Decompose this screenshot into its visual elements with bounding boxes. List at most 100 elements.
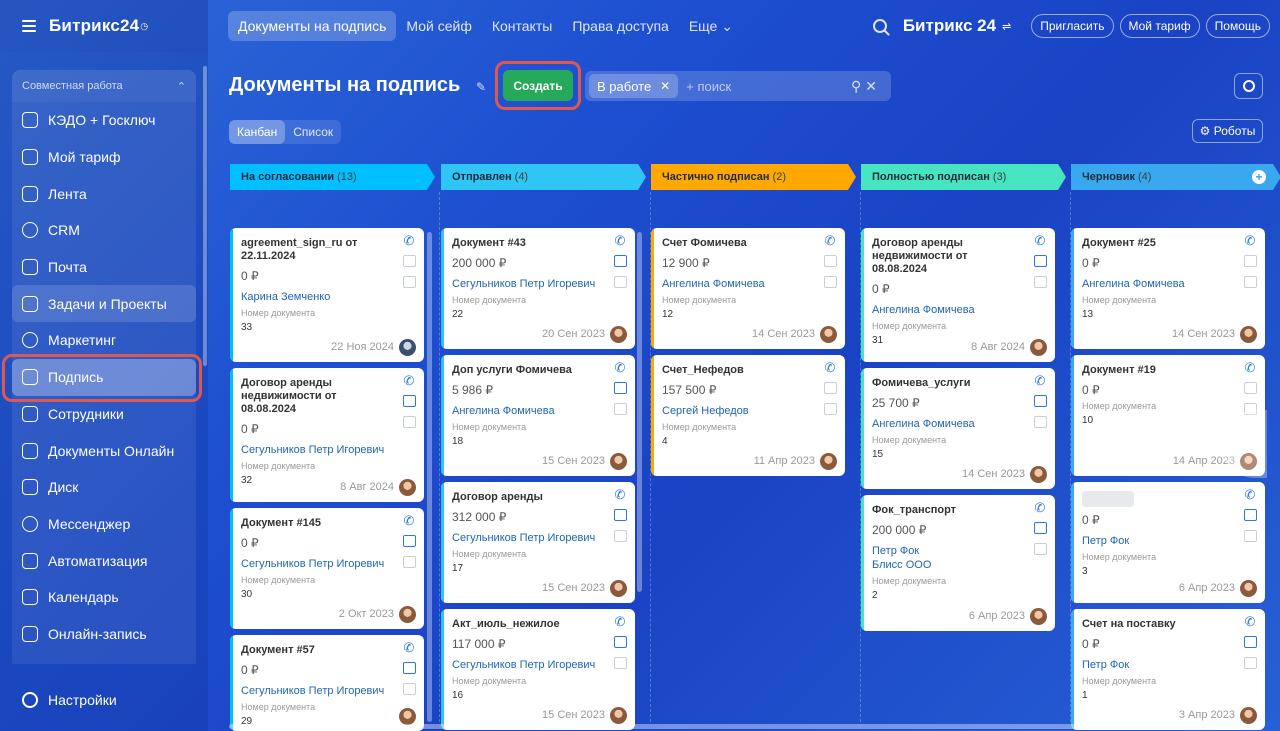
card-title[interactable]: Договор аренды: [452, 491, 625, 504]
chat-icon[interactable]: [1243, 530, 1257, 542]
avatar[interactable]: [1030, 339, 1047, 356]
column-header[interactable]: Отправлен (4): [441, 164, 646, 190]
mail-icon[interactable]: [1243, 255, 1257, 267]
phone-icon[interactable]: ✆: [615, 361, 626, 374]
sidebar-scrollbar[interactable]: [203, 66, 207, 366]
remove-filter-icon[interactable]: ✕: [660, 79, 670, 93]
card-responsible[interactable]: Сегульников Петр Игоревич: [241, 684, 414, 698]
card-responsible[interactable]: Ангелина Фомичева: [872, 303, 1045, 317]
card-responsible[interactable]: Петр Фок: [872, 544, 1045, 558]
mail-icon[interactable]: [402, 395, 416, 407]
chevron-up-icon[interactable]: ⌃: [177, 80, 186, 93]
mail-icon[interactable]: [1033, 395, 1047, 407]
chat-icon[interactable]: [1243, 276, 1257, 288]
avatar[interactable]: [1030, 608, 1047, 625]
kanban-card[interactable]: Счет Фомичева 12 900 ₽ Ангелина Фомичева Но…: [651, 228, 845, 349]
phone-icon[interactable]: ✆: [404, 641, 415, 654]
card-responsible[interactable]: Сегульников Петр Игоревич: [452, 531, 625, 545]
phone-icon[interactable]: ✆: [1035, 374, 1046, 387]
avatar[interactable]: [399, 606, 416, 623]
card-title[interactable]: Счет на поставку: [1082, 618, 1255, 631]
card-responsible[interactable]: Ангелина Фомичева: [452, 404, 625, 418]
mail-icon[interactable]: [823, 255, 837, 267]
card-title[interactable]: agreement_sign_ru от 22.11.2024: [241, 237, 414, 263]
kanban-card[interactable]: Документ #57 0 ₽ Сегульников Петр Игоревич…: [230, 635, 424, 731]
nav-access[interactable]: Права доступа: [562, 11, 678, 41]
avatar[interactable]: [1240, 707, 1257, 724]
search-filter[interactable]: В работе ✕ + поиск ⚲✕: [585, 71, 891, 101]
card-responsible[interactable]: Петр Фок: [1082, 658, 1255, 672]
chat-icon[interactable]: [1243, 657, 1257, 669]
settings-sliders-icon[interactable]: ⇌: [1002, 20, 1011, 33]
avatar[interactable]: [610, 707, 627, 724]
page-settings-button[interactable]: [1234, 73, 1263, 99]
search-input[interactable]: + поиск: [686, 79, 731, 94]
chat-icon[interactable]: [402, 416, 416, 428]
pin-icon[interactable]: ✎: [476, 80, 486, 94]
card-responsible[interactable]: Сегульников Петр Игоревич: [452, 277, 625, 291]
mail-icon[interactable]: [613, 509, 627, 521]
card-title[interactable]: Фок_транспорт: [872, 504, 1045, 517]
kanban-card[interactable]: Счет на поставку 0 ₽ Петр Фок Номер докумен…: [1071, 609, 1265, 730]
kanban-card[interactable]: agreement_sign_ru от 22.11.2024 0 ₽ Карина…: [230, 228, 424, 362]
phone-icon[interactable]: ✆: [615, 234, 626, 247]
card-responsible[interactable]: Ангелина Фомичева: [662, 277, 835, 291]
avatar[interactable]: [1030, 466, 1047, 483]
card-responsible[interactable]: Сергей Нефедов: [662, 404, 835, 418]
mail-icon[interactable]: [402, 662, 416, 674]
chat-icon[interactable]: [402, 683, 416, 695]
mail-icon[interactable]: [402, 255, 416, 267]
phone-icon[interactable]: ✆: [404, 234, 415, 247]
phone-icon[interactable]: ✆: [1035, 234, 1046, 247]
filter-tag[interactable]: В работе ✕: [589, 74, 679, 98]
phone-icon[interactable]: ✆: [825, 234, 836, 247]
card-title[interactable]: Акт_июль_нежилое: [452, 618, 625, 631]
robots-button[interactable]: ⚙ Роботы: [1192, 119, 1263, 143]
kanban-card[interactable]: Фомичева_услуги 25 700 ₽ Ангелина Фомичева…: [861, 368, 1055, 489]
column-scrollbar[interactable]: [427, 232, 432, 722]
card-title[interactable]: Документ #57: [241, 644, 414, 657]
avatar[interactable]: [1240, 326, 1257, 343]
kanban-card[interactable]: Договор аренды недвижимости от 08.08.202…: [230, 368, 424, 502]
phone-icon[interactable]: ✆: [825, 361, 836, 374]
sidebar-item-feed[interactable]: Лента: [12, 175, 196, 212]
chat-icon[interactable]: [823, 276, 837, 288]
card-company[interactable]: Блисс ООО: [872, 558, 1045, 572]
card-responsible[interactable]: Сегульников Петр Игоревич: [241, 557, 414, 571]
menu-icon[interactable]: [22, 20, 36, 32]
column-header[interactable]: Черновик (4): [1071, 164, 1280, 190]
kanban-card[interactable]: 0 ₽ Петр Фок Номер документа 3 6 Апр 2023 ✆: [1071, 482, 1265, 603]
column-header[interactable]: Частично подписан (2): [651, 164, 856, 190]
sidebar-item-tasks[interactable]: Задачи и Проекты: [12, 285, 196, 323]
chat-icon[interactable]: [1033, 543, 1047, 555]
phone-icon[interactable]: ✆: [615, 615, 626, 628]
sidebar-item-messenger[interactable]: Мессенджер: [12, 506, 196, 543]
tab-list[interactable]: Список: [285, 120, 341, 144]
card-title[interactable]: Документ #25: [1082, 237, 1255, 250]
avatar[interactable]: [399, 339, 416, 356]
mail-icon[interactable]: [1033, 255, 1047, 267]
sidebar-item-docs-online[interactable]: Документы Онлайн: [12, 432, 196, 469]
phone-icon[interactable]: ✆: [404, 514, 415, 527]
card-title[interactable]: Договор аренды недвижимости от 08.08.202…: [872, 237, 1045, 276]
kanban-card[interactable]: Документ #145 0 ₽ Сегульников Петр Игореви…: [230, 508, 424, 629]
nav-documents[interactable]: Документы на подпись: [228, 11, 397, 41]
nav-safe[interactable]: Мой сейф: [396, 11, 481, 41]
mail-icon[interactable]: [613, 636, 627, 648]
card-responsible[interactable]: Ангелина Фомичева: [872, 417, 1045, 431]
mail-icon[interactable]: [1243, 636, 1257, 648]
sidebar-item-calendar[interactable]: Календарь: [12, 579, 196, 616]
sidebar-item-mail[interactable]: Почта: [12, 249, 196, 286]
chat-icon[interactable]: [613, 657, 627, 669]
sidebar-group-head[interactable]: Совместная работа ⌃: [12, 70, 196, 102]
kanban-card[interactable]: Акт_июль_нежилое 117 000 ₽ Сегульников Пет…: [441, 609, 635, 730]
kanban-card[interactable]: Фок_транспорт 200 000 ₽ Петр Фок Блисс ООО Н…: [861, 495, 1055, 631]
avatar[interactable]: [820, 326, 837, 343]
sidebar-settings[interactable]: Настройки: [22, 692, 117, 708]
sidebar-item-booking[interactable]: Онлайн-запись: [12, 616, 196, 653]
avatar[interactable]: [1240, 580, 1257, 597]
phone-icon[interactable]: ✆: [1245, 234, 1256, 247]
card-title[interactable]: Договор аренды недвижимости от 08.08.202…: [241, 377, 414, 416]
kanban-card[interactable]: Счет_Нефедов 157 500 ₽ Сергей Нефедов Номер…: [651, 355, 845, 476]
nav-contacts[interactable]: Контакты: [482, 11, 562, 41]
